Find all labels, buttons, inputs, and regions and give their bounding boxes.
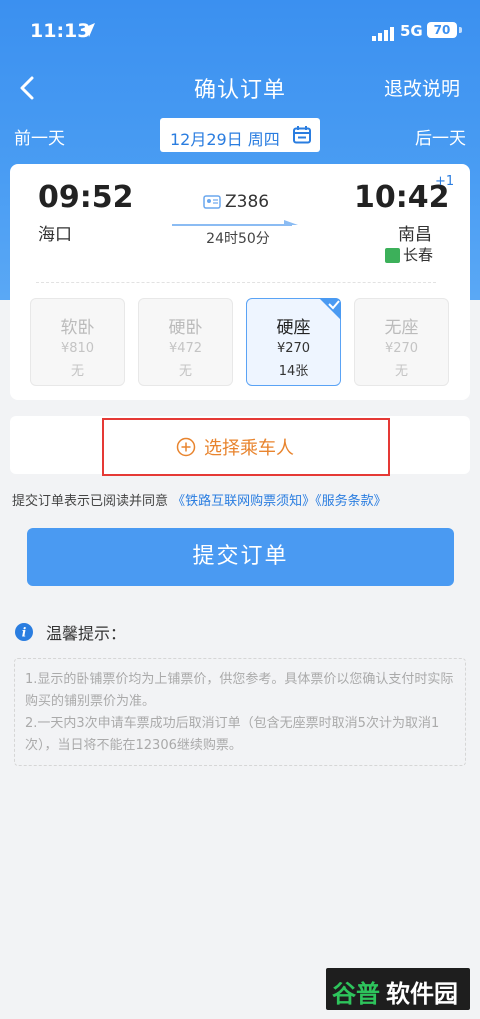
seat-option-hard-seat[interactable]: 硬座 ¥270 14张 [246,298,341,386]
train-info-card: 09:52 海口 Z386 24时50分 10:42 +1 南昌 长春 软卧 ¥… [10,164,470,400]
location-arrow-icon [80,22,96,42]
tip-line-2: 2.一天内3次申请车票成功后取消订单（包含无座票时取消5次计为取消1次），当日将… [25,716,440,753]
seat-option-soft-sleeper[interactable]: 软卧 ¥810 无 [30,298,125,386]
travel-duration: 24时50分 [206,231,270,247]
train-number[interactable]: Z386 [225,192,269,212]
date-picker[interactable]: 12月29日 周四 [160,118,320,152]
seat-count: 无 [70,364,84,379]
terms-link[interactable]: 《服务条款》 [315,494,387,509]
seat-price: ¥810 [60,341,95,356]
agreement-text: 提交订单表示已阅读并同意 《铁路互联网购票须知》《服务条款》 [12,490,387,509]
submit-order-button[interactable]: 提交订单 [27,528,454,586]
check-corner-icon [319,298,341,320]
next-day-button[interactable]: 后一天 [415,124,466,149]
seat-price: ¥472 [168,341,203,356]
seat-option-no-seat[interactable]: 无座 ¥270 无 [354,298,449,386]
seat-name: 软卧 [60,318,95,338]
tips-box: 1.显示的卧铺票价均为上铺票价，供您参考。具体票价以您确认支付时实际购买的铺别票… [14,658,466,766]
watermark-part2: 软件园 [386,980,458,1008]
seat-option-hard-sleeper[interactable]: 硬卧 ¥472 无 [138,298,233,386]
transit-station: 长春 [403,246,434,264]
agreement-prefix: 提交订单表示已阅读并同意 [12,494,169,509]
seat-count: 14张 [278,364,309,379]
svg-text:i: i [22,626,27,640]
status-bar: 11:13 5G 70 [0,0,480,62]
departure-time: 09:52 [38,180,134,215]
seat-name: 硬卧 [168,318,203,338]
tip-line-1: 1.显示的卧铺票价均为上铺票价，供您参考。具体票价以您确认支付时实际购买的铺别票… [25,672,454,709]
departure-station: 海口 [38,225,72,245]
card-divider [36,282,436,283]
seat-name: 无座 [384,318,419,338]
add-passenger-label: 选择乘车人 [204,438,294,459]
seat-price: ¥270 [276,341,311,356]
prev-day-button[interactable]: 前一天 [14,124,65,149]
calendar-icon [292,125,312,149]
watermark-part1: 谷普 [332,980,380,1008]
nav-bar: 确认订单 退改说明 [0,62,480,112]
arrival-station: 南昌 [398,225,432,245]
seat-count: 无 [178,364,192,379]
watermark-logo: 谷普 软件园 [326,968,470,1010]
arrival-day-offset: +1 [435,174,455,189]
info-icon: i [14,622,34,646]
network-type: 5G [400,22,423,40]
transit-badge-icon [385,248,400,263]
seat-count: 无 [394,364,408,379]
signal-icon [372,26,396,45]
seat-price: ¥270 [384,341,419,356]
refund-policy-link[interactable]: 退改说明 [384,74,460,101]
battery-tip [459,27,462,33]
plus-circle-icon [176,437,196,462]
selected-date: 12月29日 周四 [170,130,280,149]
battery-indicator: 70 [427,22,457,38]
train-id-icon [203,194,221,213]
date-bar: 前一天 12月29日 周四 后一天 [0,116,480,156]
ticket-notice-link[interactable]: 《铁路互联网购票须知》 [172,494,315,509]
tips-title: 温馨提示： [46,624,127,643]
